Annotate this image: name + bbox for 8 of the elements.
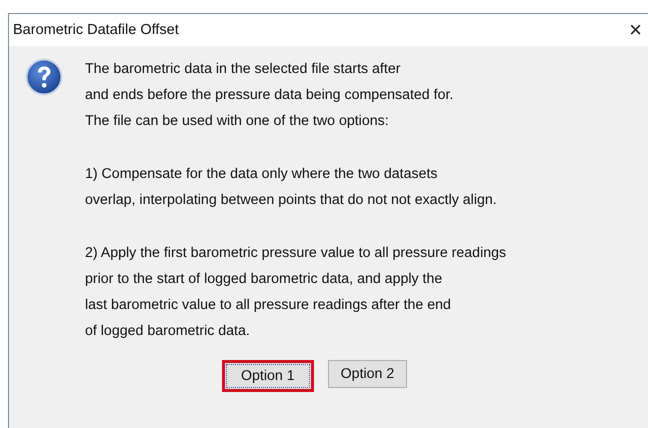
- message-text: 1) Compensate for the data only where the two datasets overlap, interpolating between points that do not not exactly align.: [85, 165, 498, 210]
- option-button[interactable]: Option 2: [328, 360, 408, 388]
- question-icon: [25, 58, 63, 96]
- window-title: Barometric Datafile Offset: [13, 22, 179, 38]
- option-button[interactable]: Option 1: [222, 360, 314, 392]
- message-text: The barometric data in the selected file starts after and ends before the pressure data being compensated for. The file can be used with one of the two options:: [85, 60, 454, 131]
- message-text: 2) Apply the first barometric pressure value to all pressure readings prior to the start of logged barometric data, and apply the last barometric value to all pressure readings after the end of logged barometric data.: [85, 244, 506, 341]
- close-button[interactable]: ×: [623, 16, 648, 44]
